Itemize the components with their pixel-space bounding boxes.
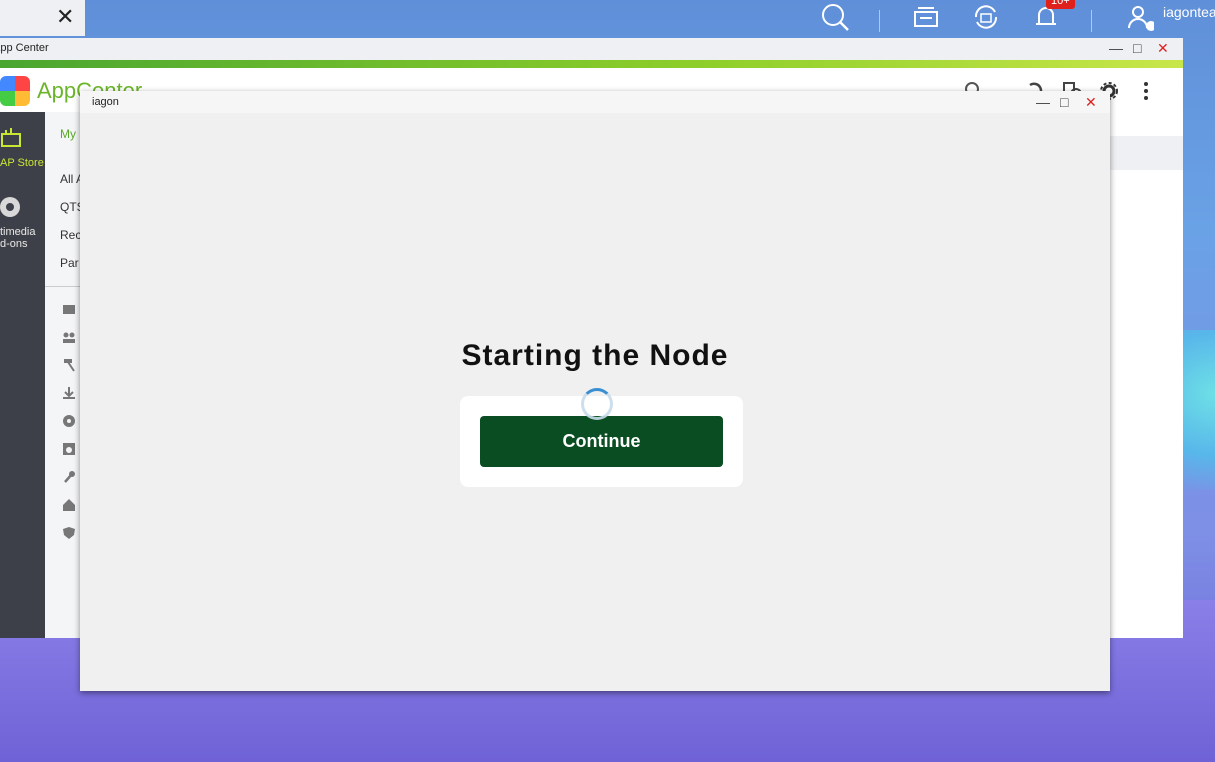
more-icon[interactable] bbox=[1135, 80, 1157, 102]
camera-icon[interactable] bbox=[62, 442, 76, 456]
close-icon[interactable]: ✕ bbox=[56, 6, 74, 28]
backup-icon[interactable] bbox=[62, 302, 76, 316]
page-title: Starting the Node bbox=[461, 339, 729, 372]
username[interactable]: iagontea bbox=[1163, 4, 1215, 20]
users-icon[interactable] bbox=[62, 330, 76, 344]
app-center-titlebar: App Center — □ ✕ bbox=[0, 38, 1183, 60]
iagon-titlebar: iagon — □ ✕ bbox=[80, 91, 1110, 113]
nav-item-partners[interactable]: Par bbox=[60, 256, 79, 270]
multimedia-icon[interactable] bbox=[0, 194, 22, 220]
hammer-icon[interactable] bbox=[62, 358, 76, 372]
minimize-icon[interactable]: — bbox=[1036, 95, 1050, 109]
nav-divider bbox=[45, 286, 85, 287]
action-card: Continue bbox=[460, 388, 743, 487]
taskbar-separator bbox=[879, 10, 880, 32]
store-icon[interactable] bbox=[0, 126, 22, 148]
app-center-nav: My All A QTS Reco Par bbox=[45, 112, 88, 638]
taskbar-separator bbox=[1091, 10, 1092, 32]
search-icon[interactable] bbox=[820, 2, 850, 32]
taskbar: ✕ 10+ iagontea bbox=[0, 0, 1215, 38]
loading-spinner-icon bbox=[581, 388, 613, 420]
shield-icon[interactable] bbox=[62, 526, 76, 540]
notification-badge: 10+ bbox=[1046, 0, 1075, 9]
continue-button[interactable]: Continue bbox=[480, 416, 723, 467]
iagon-window: iagon — □ ✕ Starting the Node Continue bbox=[80, 91, 1110, 691]
app-center-sidebar: AP Store timedia d-ons bbox=[0, 112, 45, 638]
window-title: App Center bbox=[0, 42, 49, 54]
nav-item-my-apps[interactable]: My bbox=[60, 127, 76, 141]
maximize-icon[interactable]: □ bbox=[1133, 41, 1141, 55]
app-center-accent-bar bbox=[0, 60, 1183, 68]
sidebar-item-app-store[interactable]: AP Store bbox=[0, 157, 44, 169]
home-icon[interactable] bbox=[62, 498, 76, 512]
app-center-logo bbox=[0, 76, 30, 106]
stack-icon[interactable] bbox=[911, 2, 941, 32]
content-toolbar bbox=[1110, 136, 1183, 170]
wrench-icon[interactable] bbox=[62, 470, 76, 484]
download-icon[interactable] bbox=[62, 386, 76, 400]
taskbar-close-area: ✕ bbox=[0, 0, 85, 36]
minimize-icon[interactable]: — bbox=[1109, 41, 1123, 55]
window-title: iagon bbox=[92, 96, 119, 108]
sidebar-item-multimedia[interactable]: timedia d-ons bbox=[0, 226, 45, 250]
user-icon[interactable] bbox=[1124, 2, 1154, 32]
close-icon[interactable]: ✕ bbox=[1085, 95, 1097, 109]
maximize-icon[interactable]: □ bbox=[1060, 95, 1068, 109]
close-icon[interactable]: ✕ bbox=[1157, 41, 1169, 55]
sync-icon[interactable] bbox=[971, 2, 1001, 32]
film-icon[interactable] bbox=[62, 414, 76, 428]
